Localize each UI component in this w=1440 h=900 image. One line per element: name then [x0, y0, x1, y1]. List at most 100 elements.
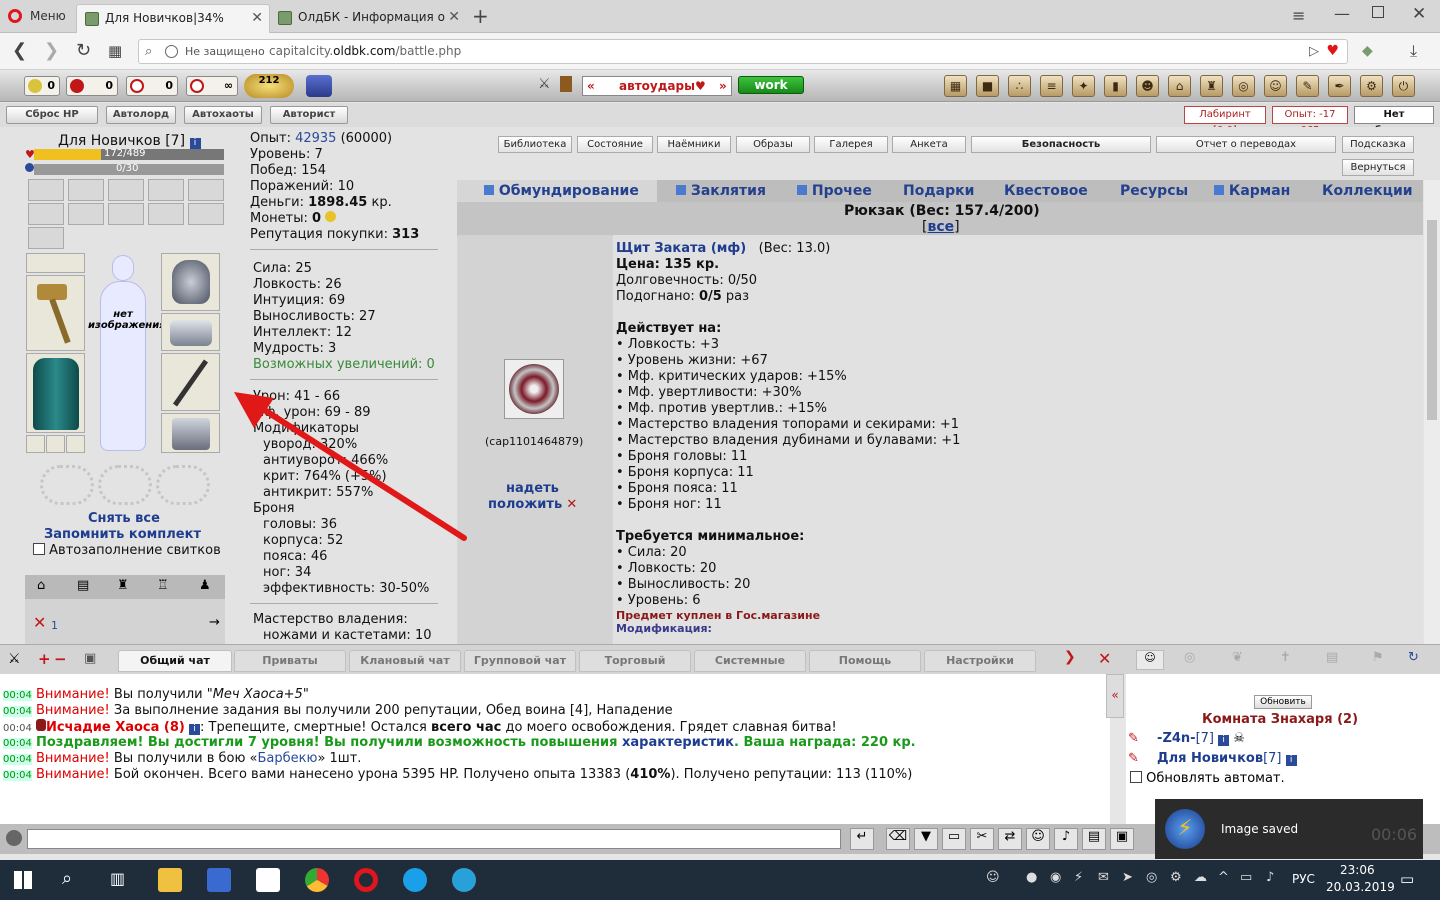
stats-icon[interactable]: ▮: [1104, 75, 1127, 97]
mercenaries-button[interactable]: Наёмники: [657, 136, 731, 153]
user-icon[interactable]: ☺: [1264, 75, 1287, 97]
rune-slot[interactable]: [28, 227, 64, 249]
map-icon[interactable]: ▦: [944, 75, 967, 97]
file-explorer-icon[interactable]: [158, 868, 182, 892]
autofill-checkbox[interactable]: [33, 543, 45, 555]
tab-trade[interactable]: Торговый: [579, 650, 691, 672]
rune-slot[interactable]: [68, 203, 104, 225]
gloves-slot[interactable]: [161, 313, 220, 351]
discord-icon[interactable]: ◉: [1050, 870, 1061, 885]
talisman-slot[interactable]: [40, 465, 94, 505]
autohit-prev[interactable]: «: [587, 77, 595, 95]
image-saved-toast[interactable]: ⚡ Image saved 00:06: [1155, 799, 1423, 859]
tab-general-chat[interactable]: Общий чат: [118, 650, 232, 672]
dragon-icon[interactable]: ❦: [1232, 650, 1243, 665]
tab-other[interactable]: Прочее: [797, 183, 872, 199]
speed-dial-icon[interactable]: ▦: [108, 39, 122, 63]
tab-clan-chat[interactable]: Клановый чат: [349, 650, 461, 672]
gear-icon[interactable]: ⚙: [1360, 75, 1383, 97]
mail-icon[interactable]: [256, 868, 280, 892]
lightshot-icon[interactable]: ⚡: [1074, 870, 1083, 885]
star-icon[interactable]: ✦: [1072, 75, 1095, 97]
smile-icon[interactable]: [6, 830, 22, 846]
eraser-icon[interactable]: ⌫: [886, 828, 910, 850]
rune-slot[interactable]: [148, 179, 184, 201]
delete-x-icon[interactable]: ✕: [566, 497, 577, 512]
drop-row[interactable]: положить ✕: [488, 497, 577, 512]
autohit-next[interactable]: »: [719, 77, 727, 95]
chat-log-icon[interactable]: ▤: [1082, 828, 1106, 850]
potion-slot-1[interactable]: 0: [24, 76, 60, 96]
mail-tray-icon[interactable]: ✉: [1098, 870, 1109, 885]
chrome-tray-icon[interactable]: ◎: [1146, 870, 1157, 885]
ring-slot[interactable]: [66, 435, 85, 453]
castle-icon[interactable]: ♜: [1200, 75, 1223, 97]
boots-slot[interactable]: [161, 413, 220, 453]
profile-button[interactable]: Анкета: [892, 136, 966, 153]
clock-date[interactable]: 20.03.2019: [1326, 880, 1395, 894]
close-chat-icon[interactable]: ✕: [1098, 649, 1111, 668]
url-field[interactable]: ⌕ Не защищено capitalcity.oldbk.com/batt…: [138, 39, 1348, 64]
tab-system[interactable]: Системные: [694, 650, 806, 672]
send-icon[interactable]: ↵: [850, 828, 874, 850]
shield-icon[interactable]: [504, 359, 564, 419]
arrow-right-icon[interactable]: →: [209, 615, 220, 630]
reload-icon[interactable]: ↻: [76, 39, 91, 63]
target-icon[interactable]: ◎: [1184, 650, 1195, 665]
rune-slot[interactable]: [108, 179, 144, 201]
autofill-checkbox-row[interactable]: Автозаполнение свитков: [33, 543, 221, 558]
book-icon[interactable]: [560, 76, 572, 92]
chevron-down-icon[interactable]: ❯: [1064, 649, 1076, 665]
labyrinth-badge[interactable]: Лабиринт [0:0]: [1184, 106, 1266, 136]
filter-icon[interactable]: ▣: [84, 651, 96, 666]
steam-icon[interactable]: ⚙: [1170, 870, 1182, 885]
show-all-link[interactable]: [все]: [922, 219, 960, 235]
close-window-icon[interactable]: ✕: [1412, 4, 1426, 24]
gallery-button[interactable]: Галерея: [814, 136, 888, 153]
compass-icon[interactable]: ◎: [1232, 75, 1255, 97]
tab-private[interactable]: Приваты: [234, 650, 346, 672]
private-msg-icon[interactable]: ✎: [1128, 751, 1139, 766]
autochaos-button[interactable]: Автохаоты: [184, 106, 262, 124]
new-tab-icon[interactable]: +: [472, 4, 489, 28]
rune-slot[interactable]: [28, 179, 64, 201]
opera-icon[interactable]: [354, 868, 378, 892]
battle-x-icon[interactable]: ✕: [33, 613, 46, 632]
tab-equipment[interactable]: Обмундирование: [484, 183, 639, 199]
minimize-icon[interactable]: —: [1334, 4, 1350, 23]
exit-icon[interactable]: ⏻: [1392, 75, 1415, 97]
backpack-icon[interactable]: ■: [976, 75, 999, 97]
rune-slot[interactable]: [188, 179, 224, 201]
users-icon[interactable]: ☺: [1136, 650, 1164, 670]
opera-menu-button[interactable]: Меню: [0, 0, 76, 33]
close-tab-icon[interactable]: ✕: [251, 5, 263, 32]
tab-spells[interactable]: Заклятия: [676, 183, 766, 199]
room-user[interactable]: ✎ Для Новичков[7] i: [1128, 751, 1297, 766]
status-button[interactable]: Состояние: [577, 136, 653, 153]
potion-slot-2[interactable]: 0: [66, 76, 118, 96]
potion-slot-3[interactable]: 0: [126, 76, 178, 96]
battle-icon[interactable]: ⚔: [8, 651, 21, 667]
info-icon[interactable]: i: [1218, 735, 1230, 746]
rune-slot[interactable]: [68, 179, 104, 201]
quest-scroll-icon[interactable]: [306, 75, 332, 97]
group-icon[interactable]: ☻: [1136, 75, 1159, 97]
chrome-icon[interactable]: [305, 868, 329, 892]
people-icon[interactable]: ☺: [986, 870, 1000, 885]
feather-icon[interactable]: ✒: [1328, 75, 1351, 97]
reset-hp-button[interactable]: Сброс HP: [6, 106, 98, 124]
scrollbar[interactable]: [1424, 180, 1440, 644]
scroll-icon[interactable]: ≡: [1040, 75, 1063, 97]
minus-icon[interactable]: −: [54, 650, 67, 668]
amulet-slot[interactable]: [26, 253, 85, 273]
expand-tray-icon[interactable]: ^: [1218, 870, 1229, 885]
chat-input[interactable]: [27, 829, 841, 849]
notifications-icon[interactable]: ▭: [1400, 870, 1414, 888]
security-button[interactable]: Безопасность: [971, 136, 1151, 153]
rune-slot[interactable]: [108, 203, 144, 225]
autolord-button[interactable]: Автолорд: [106, 106, 176, 124]
forward-icon[interactable]: ❯: [44, 39, 59, 63]
task-view-icon[interactable]: ▥: [110, 869, 125, 888]
remember-set-link[interactable]: Запомнить комплект: [44, 527, 201, 542]
send-icon[interactable]: ▷: [1309, 40, 1319, 63]
